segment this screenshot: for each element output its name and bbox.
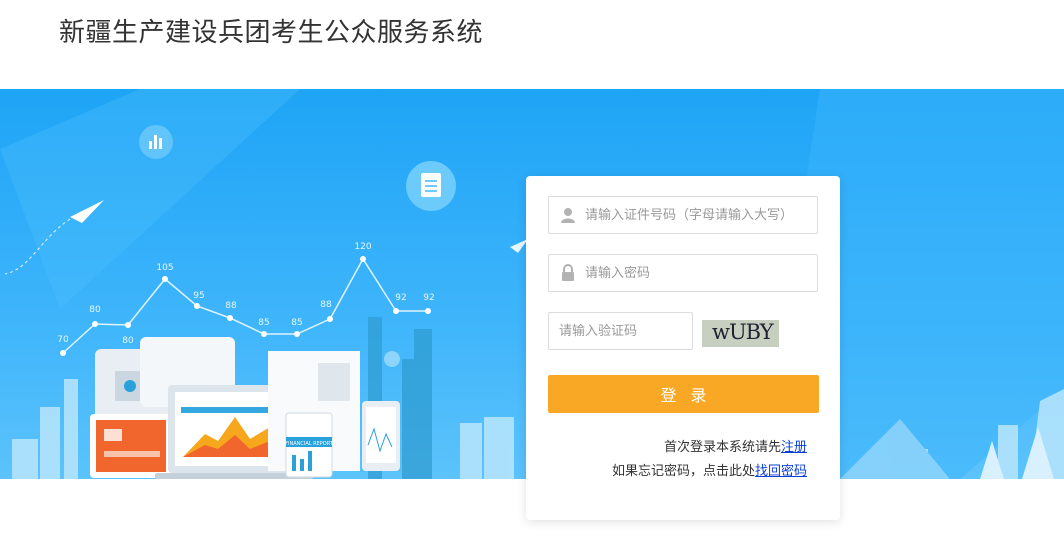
captcha-field[interactable] [548,312,693,350]
login-button[interactable]: 登录 [548,375,819,413]
chart-label: 92 [423,293,434,303]
captcha-image[interactable]: wUBY [702,320,779,347]
captcha-text: wUBY [712,320,774,344]
forgot-prefix: 如果忘记密码，点击此处 [611,464,755,479]
lock-icon [562,264,574,281]
chart-label: 70 [57,335,69,345]
id-number-input[interactable] [585,197,813,233]
captcha-input[interactable] [559,313,689,349]
header: 新疆生产建设兵团考生公众服务系统 [0,0,1064,89]
chart-label: 80 [122,336,134,346]
forgot-hint: 如果忘记密码，点击此处找回密码 [612,460,807,479]
password-input[interactable] [585,255,813,291]
chart-label: 95 [193,291,204,301]
chart-label: 85 [258,318,269,328]
document-icon [406,161,456,211]
password-field[interactable] [548,254,818,292]
page-title: 新疆生产建设兵团考生公众服务系统 [59,18,484,48]
user-icon [561,208,575,223]
chart-label: 88 [225,301,237,311]
login-panel: wUBY 登录 首次登录本系统请先注册 如果忘记密码，点击此处找回密码 [526,176,840,520]
register-prefix: 首次登录本系统请先 [663,440,781,455]
chart-label: 85 [291,318,302,328]
forgot-password-link[interactable]: 找回密码 [755,464,807,479]
chart-label: 105 [156,263,173,273]
register-hint: 首次登录本系统请先注册 [664,436,807,455]
report-label: FINANCIAL REPORT [285,441,334,447]
id-number-field[interactable] [548,196,818,234]
chart-label: 80 [89,305,101,315]
tablet-illustration [90,414,172,478]
chart-label: 92 [395,293,406,303]
chart-icon [139,125,173,159]
chart-label: 88 [320,300,332,310]
register-link[interactable]: 注册 [781,440,807,455]
chart-label: 120 [354,242,371,252]
